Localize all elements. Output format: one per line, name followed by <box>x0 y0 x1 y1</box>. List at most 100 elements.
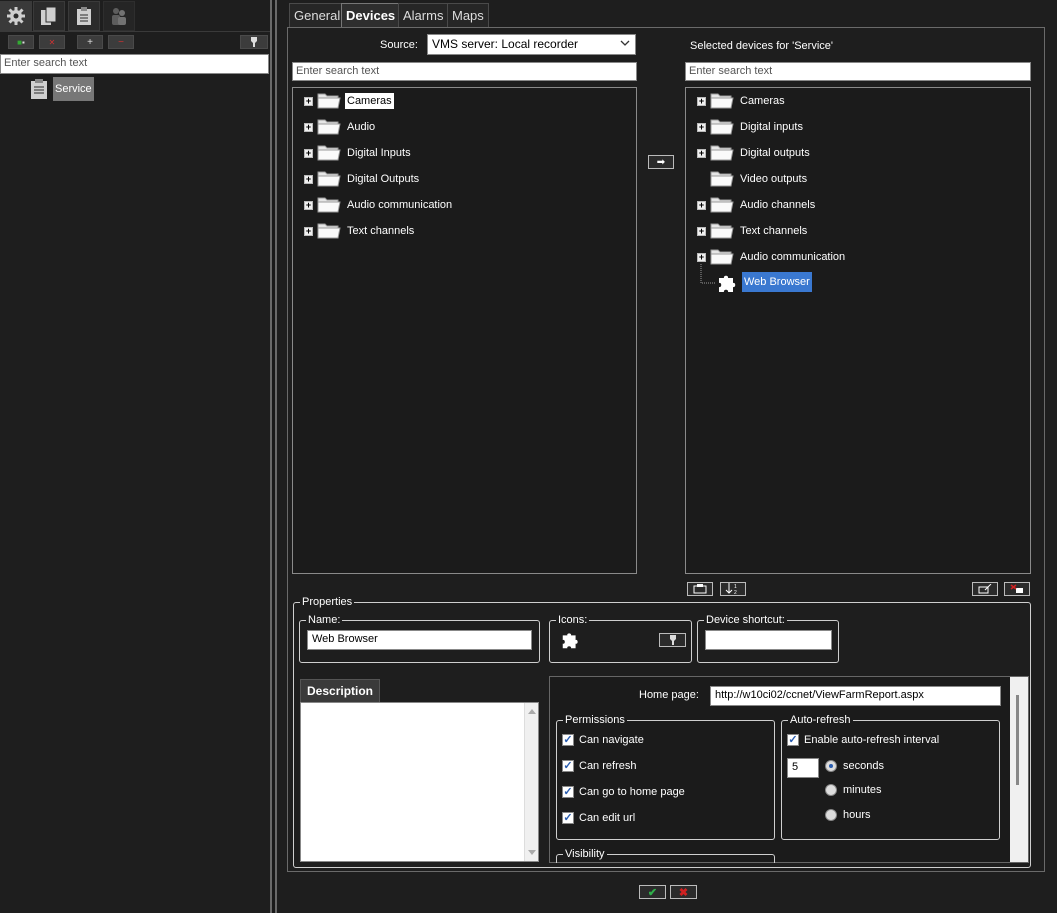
tree-node-right-digital-inputs[interactable]: + Digital inputs <box>697 116 805 138</box>
folder-icon <box>710 195 738 216</box>
folder-icon <box>710 169 738 190</box>
node-label: Digital outputs <box>740 147 810 159</box>
folder-icon <box>710 91 738 112</box>
expand-icon[interactable]: + <box>304 96 313 106</box>
add-button[interactable]: + <box>77 35 103 49</box>
tree-node-web-browser[interactable]: Web Browser <box>716 271 812 293</box>
folder-icon <box>317 221 345 242</box>
tab-general[interactable]: General <box>289 3 346 27</box>
expand-icon[interactable]: + <box>304 148 313 158</box>
folder-icon <box>710 143 738 164</box>
tree-node-left-audio-communication[interactable]: + Audio communication <box>304 194 454 216</box>
expand-icon[interactable]: + <box>304 200 313 210</box>
tree-node-right-cameras[interactable]: + Cameras <box>697 90 787 112</box>
folder-icon <box>317 195 345 216</box>
chevron-down-icon <box>620 36 630 53</box>
enable-autorefresh-checkbox[interactable]: ✓ Enable auto-refresh interval <box>787 734 939 746</box>
gear-icon[interactable] <box>0 1 32 31</box>
properties-legend: Properties <box>302 596 353 608</box>
permissions-legend: Permissions <box>565 714 625 726</box>
expand-icon[interactable]: + <box>697 226 706 236</box>
ok-button[interactable]: ✔ <box>639 885 666 899</box>
clipboard-icon <box>30 78 50 100</box>
puzzle-icon <box>560 629 582 654</box>
selected-devices-title: Selected devices for 'Service' <box>690 40 833 52</box>
source-select[interactable]: VMS server: Local recorder <box>427 34 636 55</box>
remove-from-selection-button[interactable] <box>1004 582 1030 596</box>
home-page-input[interactable]: http://w10ci02/ccnet/ViewFarmReport.aspx <box>710 686 1001 706</box>
description-scrollbar[interactable] <box>524 703 538 861</box>
expand-icon[interactable]: + <box>304 174 313 184</box>
clipboard-icon[interactable] <box>68 1 100 31</box>
left-panel: ■ ▪ ✕ + − Enter search text Service <box>0 0 270 913</box>
expand-icon[interactable]: + <box>697 122 706 132</box>
splitter[interactable] <box>270 0 277 913</box>
name-input[interactable]: Web Browser <box>307 630 532 650</box>
remove-button[interactable]: − <box>108 35 134 49</box>
tree-node-left-text-channels[interactable]: + Text channels <box>304 220 416 242</box>
node-label: Audio communication <box>740 251 846 263</box>
node-label: Digital inputs <box>740 121 803 133</box>
expand-icon[interactable]: + <box>304 122 313 132</box>
tree-node-left-audio[interactable]: + Audio <box>304 116 377 138</box>
description-tab[interactable]: Description <box>300 679 380 702</box>
tree-node-left-digital-outputs[interactable]: + Digital Outputs <box>304 168 421 190</box>
expand-icon[interactable]: + <box>697 252 706 262</box>
tree-node-right-video-outputs[interactable]: Video outputs <box>697 168 809 190</box>
tree-node-right-audio-channels[interactable]: + Audio channels <box>697 194 817 216</box>
can-edit-url-checkbox[interactable]: ✓ Can edit url <box>562 812 635 824</box>
folder-icon <box>710 117 738 138</box>
sort-button[interactable]: 12 <box>720 582 746 596</box>
can-refresh-checkbox[interactable]: ✓ Can refresh <box>562 760 636 772</box>
can-navigate-checkbox[interactable]: ✓ Can navigate <box>562 734 644 746</box>
source-label: Source: <box>380 39 418 51</box>
edit-button[interactable] <box>972 582 998 596</box>
interval-input[interactable]: 5 <box>787 758 819 778</box>
node-label: Text channels <box>740 225 808 237</box>
expand-icon[interactable]: + <box>304 226 313 236</box>
tab-alarms[interactable]: Alarms <box>398 3 449 27</box>
node-label: Audio <box>347 121 376 133</box>
expand-icon[interactable]: + <box>697 200 706 210</box>
autorefresh-legend: Auto-refresh <box>790 714 851 726</box>
add-group-button[interactable]: ■ ▪ <box>8 35 34 49</box>
node-label: Audio communication <box>347 199 453 211</box>
folder-icon <box>317 91 345 112</box>
settings-scrollbar[interactable] <box>1010 677 1028 862</box>
selected-search-input[interactable]: Enter search text <box>685 62 1031 81</box>
tree-node-right-digital-outputs[interactable]: + Digital outputs <box>697 142 812 164</box>
folder-icon <box>710 221 738 242</box>
tree-item-service[interactable]: Service <box>53 77 94 101</box>
can-go-home-checkbox[interactable]: ✓ Can go to home page <box>562 786 685 798</box>
description-textarea[interactable] <box>300 702 539 862</box>
cancel-button[interactable]: ✖ <box>670 885 697 899</box>
users-icon[interactable] <box>103 1 135 31</box>
tree-node-right-text-channels[interactable]: + Text channels <box>697 220 809 242</box>
left-search-input[interactable]: Enter search text <box>0 54 269 74</box>
devices-icon[interactable] <box>33 1 65 31</box>
node-label: Cameras <box>345 93 394 109</box>
seconds-radio[interactable]: seconds <box>825 760 884 772</box>
tab-devices[interactable]: Devices <box>341 3 401 28</box>
home-page-label: Home page: <box>639 689 699 701</box>
pin-icon[interactable] <box>240 35 268 49</box>
minutes-radio[interactable]: minutes <box>825 784 882 796</box>
node-label: Digital Inputs <box>347 147 411 159</box>
remove-group-button[interactable]: ✕ <box>39 35 65 49</box>
device-search-input[interactable]: Enter search text <box>292 62 637 81</box>
node-label: Cameras <box>740 95 785 107</box>
tab-maps[interactable]: Maps <box>447 3 489 27</box>
add-to-selection-button[interactable]: ➡ <box>648 155 674 169</box>
expand-icon[interactable]: + <box>697 148 706 158</box>
tree-node-left-cameras[interactable]: + Cameras <box>304 90 394 112</box>
folder-icon <box>317 117 345 138</box>
folder-icon <box>317 143 345 164</box>
expand-icon[interactable]: + <box>697 96 706 106</box>
hours-radio[interactable]: hours <box>825 809 871 821</box>
tree-node-left-digital-inputs[interactable]: + Digital Inputs <box>304 142 413 164</box>
shortcut-input[interactable] <box>705 630 832 650</box>
name-legend: Name: <box>308 614 341 626</box>
pick-icon-button[interactable] <box>659 633 686 647</box>
folder-icon <box>317 169 345 190</box>
folder-add-button[interactable] <box>687 582 713 596</box>
